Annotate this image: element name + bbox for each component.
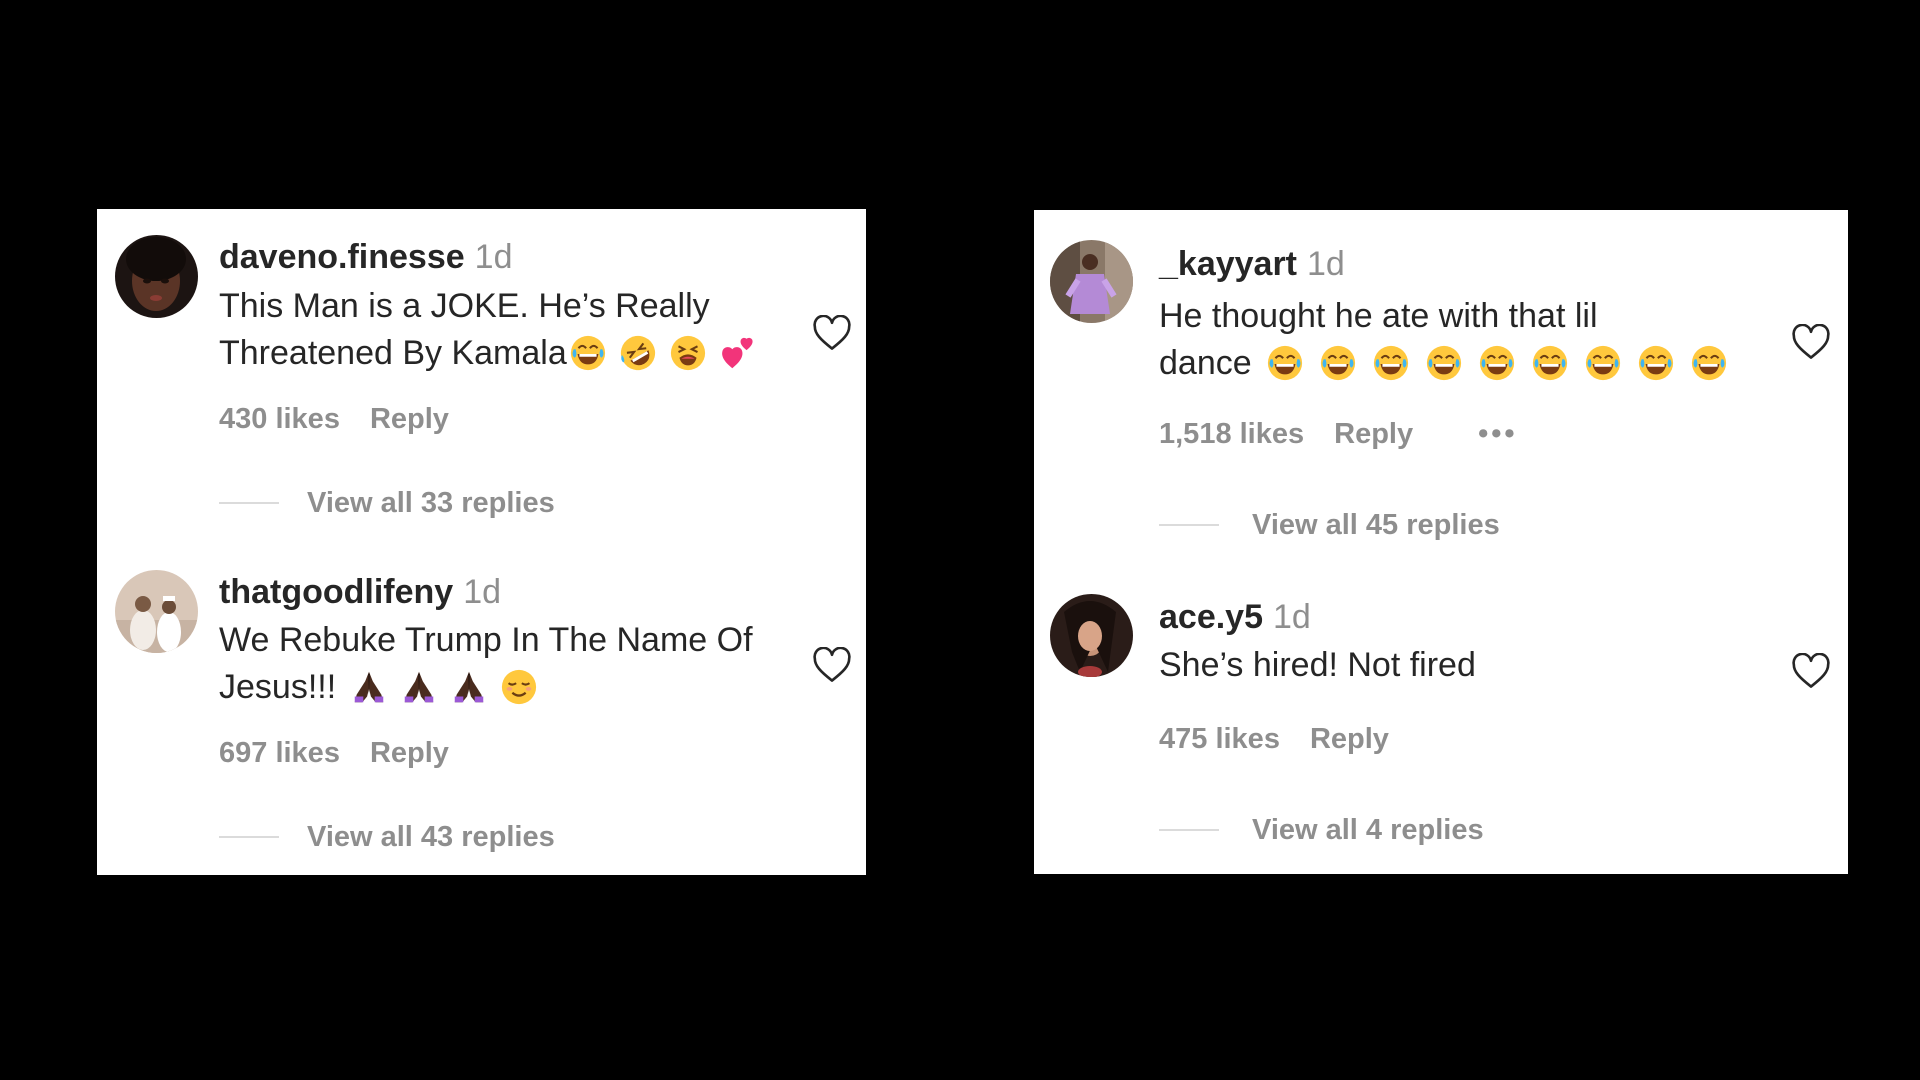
comment-text-line-2: Threatened By Kamala xyxy=(219,330,799,377)
likes-count[interactable]: 430 likes xyxy=(219,403,340,435)
username-link[interactable]: _kayyart xyxy=(1159,245,1297,283)
comment-actions: 475 likes Reply xyxy=(1159,722,1419,756)
like-heart-icon[interactable] xyxy=(1791,653,1831,689)
joy-emoji xyxy=(1637,344,1675,382)
comment-text-fragment: Jesus!!! xyxy=(219,668,337,706)
two-hearts-emoji xyxy=(719,334,757,372)
view-replies-button[interactable]: View all 4 replies xyxy=(1252,813,1484,847)
comment-time: 1d xyxy=(1307,245,1345,283)
joy-emoji xyxy=(569,334,607,372)
replies-divider xyxy=(1159,829,1219,831)
username-link[interactable]: ace.y5 xyxy=(1159,598,1263,636)
avatar[interactable] xyxy=(115,235,198,318)
joy-emoji xyxy=(1584,344,1622,382)
joy-emoji xyxy=(1690,344,1728,382)
comment-time: 1d xyxy=(463,573,502,611)
replies-divider xyxy=(1159,524,1219,526)
comment-text: This Man is a JOKE. He’s Really Threaten… xyxy=(219,283,799,377)
emoji-row xyxy=(567,334,757,372)
joy-emoji xyxy=(1531,344,1569,382)
rofl-emoji xyxy=(619,334,657,372)
comment-text-fragment: dance xyxy=(1159,344,1252,382)
username-link[interactable]: daveno.finesse xyxy=(219,238,465,276)
comment-meta: ace.y5 1d xyxy=(1159,597,1311,637)
reply-button[interactable]: Reply xyxy=(370,737,449,769)
joy-emoji xyxy=(1425,344,1463,382)
likes-count[interactable]: 475 likes xyxy=(1159,723,1280,755)
like-heart-icon[interactable] xyxy=(1791,324,1831,360)
comment-meta: thatgoodlifeny 1d xyxy=(219,572,501,612)
comment-actions: 1,518 likes Reply ••• xyxy=(1159,417,1548,451)
like-heart-icon[interactable] xyxy=(812,647,852,683)
comment-text-fragment: Threatened By Kamala xyxy=(219,334,567,372)
replies-divider xyxy=(219,836,279,838)
relieved-face-emoji xyxy=(500,668,538,706)
comments-panel-left: daveno.finesse 1d This Man is a JOKE. He’… xyxy=(97,209,866,875)
comment-text: We Rebuke Trump In The Name Of Jesus!!! xyxy=(219,617,819,711)
reply-button[interactable]: Reply xyxy=(1334,418,1413,450)
joy-emoji xyxy=(1266,344,1304,382)
praying-hands-emoji xyxy=(400,668,438,706)
joy-emoji xyxy=(1319,344,1357,382)
comment-text: She’s hired! Not fired xyxy=(1159,642,1759,689)
avatar[interactable] xyxy=(1050,240,1133,323)
comment-time: 1d xyxy=(1273,598,1311,636)
joy-emoji xyxy=(1478,344,1516,382)
comment-text-line: He thought he ate with that lil xyxy=(1159,297,1598,335)
comment-text-line: She’s hired! Not fired xyxy=(1159,646,1476,684)
view-replies-button[interactable]: View all 43 replies xyxy=(307,820,555,854)
tired-face-emoji xyxy=(669,334,707,372)
replies-divider xyxy=(219,502,279,504)
avatar[interactable] xyxy=(1050,594,1133,677)
comments-panel-right: _kayyart 1d He thought he ate with that l… xyxy=(1034,210,1848,874)
comment-text-line: This Man is a JOKE. He’s Really xyxy=(219,287,710,325)
joy-emoji xyxy=(1372,344,1410,382)
comment-text-line-2: dance xyxy=(1159,340,1819,387)
like-heart-icon[interactable] xyxy=(812,315,852,351)
comment-text-line-2: Jesus!!! xyxy=(219,664,819,711)
comment-text-line: We Rebuke Trump In The Name Of xyxy=(219,621,753,659)
praying-hands-emoji xyxy=(350,668,388,706)
emoji-row xyxy=(1252,344,1728,382)
likes-count[interactable]: 1,518 likes xyxy=(1159,418,1304,450)
emoji-row xyxy=(336,668,538,706)
comment-meta: _kayyart 1d xyxy=(1159,244,1345,284)
more-options-icon[interactable]: ••• xyxy=(1478,418,1517,450)
reply-button[interactable]: Reply xyxy=(370,403,449,435)
avatar[interactable] xyxy=(115,570,198,653)
comment-meta: daveno.finesse 1d xyxy=(219,237,512,277)
likes-count[interactable]: 697 likes xyxy=(219,737,340,769)
view-replies-button[interactable]: View all 33 replies xyxy=(307,486,555,520)
reply-button[interactable]: Reply xyxy=(1310,723,1389,755)
comment-time: 1d xyxy=(474,238,513,276)
view-replies-button[interactable]: View all 45 replies xyxy=(1252,508,1500,542)
username-link[interactable]: thatgoodlifeny xyxy=(219,573,453,611)
comment-text: He thought he ate with that lil dance xyxy=(1159,293,1819,387)
praying-hands-emoji xyxy=(450,668,488,706)
comment-actions: 697 likes Reply xyxy=(219,736,479,770)
comment-actions: 430 likes Reply xyxy=(219,402,479,436)
